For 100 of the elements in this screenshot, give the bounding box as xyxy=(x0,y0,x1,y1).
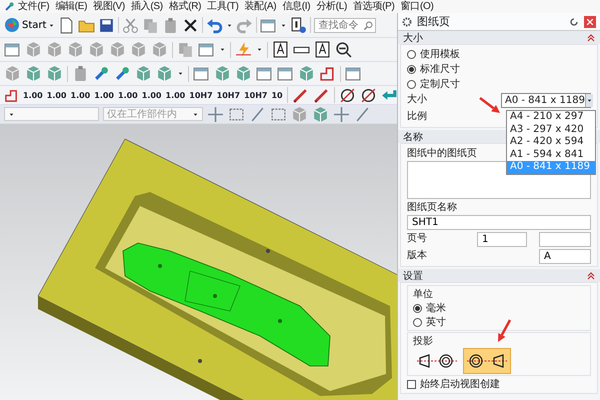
window-icon[interactable] xyxy=(260,16,278,34)
page-number-field[interactable]: 1 xyxy=(477,232,527,246)
close-button[interactable] xyxy=(584,16,596,28)
menu-item[interactable]: 分析(L) xyxy=(313,0,350,12)
dimension-style-button[interactable]: 1.00 xyxy=(118,90,138,100)
checkbox[interactable] xyxy=(407,380,416,388)
option-label: 英寸 xyxy=(426,316,446,329)
radio-button[interactable] xyxy=(413,318,422,326)
menu-item[interactable]: 信息(I) xyxy=(279,0,314,12)
cube-icon[interactable] xyxy=(312,106,329,122)
page-suffix-field[interactable] xyxy=(539,232,591,246)
radio-button[interactable] xyxy=(407,80,416,88)
letter-a-icon[interactable] xyxy=(314,41,331,58)
letter-a-icon[interactable] xyxy=(272,41,289,58)
select-box-icon[interactable] xyxy=(228,106,245,122)
clipboard-icon[interactable] xyxy=(72,65,89,82)
projection-symbol-icon xyxy=(417,352,457,370)
menu-item[interactable]: 插入(S) xyxy=(128,0,166,12)
diameter-icon[interactable] xyxy=(360,86,377,104)
step-icon[interactable] xyxy=(4,88,19,102)
menu-item[interactable]: 编辑(E) xyxy=(52,0,90,12)
select-box-icon[interactable] xyxy=(270,106,287,122)
sheet-name-field[interactable]: SHT1 xyxy=(407,215,591,230)
caret-icon[interactable] xyxy=(192,110,199,118)
caret-icon[interactable] xyxy=(219,46,226,53)
field-label: 图纸中的图纸页 xyxy=(407,146,477,160)
projection-symbol-icon xyxy=(467,352,507,370)
field-label: 大小 xyxy=(407,92,427,106)
diameter-icon[interactable] xyxy=(338,86,356,104)
dimension-style-button[interactable]: 1.00 xyxy=(94,90,114,100)
cube-icon[interactable] xyxy=(214,65,231,82)
dialog-title: 图纸页 xyxy=(417,14,451,29)
refresh-icon[interactable] xyxy=(569,16,579,26)
window-icon[interactable] xyxy=(4,41,21,58)
search-field[interactable]: 查找命令 xyxy=(314,18,376,32)
menu-item[interactable]: 视图(V) xyxy=(90,0,128,12)
window-icon[interactable] xyxy=(345,65,362,82)
dimension-style-button[interactable]: 1.00 xyxy=(23,90,43,100)
dimension-style-button[interactable]: 10H7 xyxy=(216,90,240,100)
projection-button[interactable] xyxy=(463,348,511,374)
cube-icon[interactable] xyxy=(235,65,252,82)
field-label: 版本 xyxy=(407,248,427,262)
cube-icon[interactable] xyxy=(298,65,315,82)
window-icon[interactable] xyxy=(193,65,210,82)
caret-icon[interactable] xyxy=(8,110,15,118)
gear-icon xyxy=(402,16,412,26)
caret-icon[interactable] xyxy=(48,22,56,28)
caret-icon[interactable] xyxy=(177,70,184,77)
window-icon[interactable] xyxy=(256,65,273,82)
dimension-style-button[interactable]: 10H7 xyxy=(244,90,268,100)
menu-item[interactable]: 格式(R) xyxy=(166,0,204,12)
info-icon[interactable] xyxy=(290,16,308,34)
dimension-style-button[interactable]: 10 xyxy=(271,90,283,100)
collapse-chevron-icon[interactable] xyxy=(587,272,595,280)
collapse-chevron-icon[interactable] xyxy=(587,34,595,42)
slash-icon[interactable] xyxy=(249,106,266,122)
radio-button[interactable] xyxy=(407,64,416,74)
window-icon[interactable] xyxy=(198,41,215,58)
lightning-icon[interactable] xyxy=(235,41,252,58)
caret-icon[interactable] xyxy=(226,22,234,28)
section-header[interactable]: 设置 xyxy=(398,269,600,282)
revision-field[interactable]: A xyxy=(539,248,591,264)
caret-icon[interactable] xyxy=(256,46,263,53)
undo-icon[interactable] xyxy=(206,16,224,34)
menu-item[interactable]: 首选项(P) xyxy=(350,0,398,12)
caret-icon[interactable] xyxy=(280,22,288,28)
dimension-style-button[interactable]: 1.00 xyxy=(46,90,66,100)
dropdown-option[interactable]: A1 - 594 x 841 xyxy=(507,148,595,161)
dimension-style-button[interactable]: 10H7 xyxy=(189,90,213,100)
menu-item[interactable]: 文件(F) xyxy=(15,0,52,12)
arrow-annotation xyxy=(479,97,500,113)
cross-icon[interactable] xyxy=(182,16,200,34)
dimension-style-button[interactable]: 1.00 xyxy=(70,90,90,100)
radio-button[interactable] xyxy=(407,50,416,58)
zoom-out-icon[interactable] xyxy=(335,41,352,58)
menu-item[interactable]: 装配(A) xyxy=(241,0,280,12)
cube-icon[interactable] xyxy=(46,65,63,82)
field-label: 图纸页名称 xyxy=(407,201,457,214)
option-label: 标准尺寸 xyxy=(420,62,460,76)
step-icon[interactable] xyxy=(319,65,336,82)
section-header[interactable]: 大小 xyxy=(398,31,600,44)
arrow-annotation xyxy=(498,319,512,342)
menu-item[interactable]: 窗口(O) xyxy=(398,0,436,12)
magnifier-icon[interactable] xyxy=(363,20,374,30)
pencil-icon[interactable] xyxy=(312,86,330,104)
dimension-style-button[interactable]: 1.00 xyxy=(142,90,162,100)
document-icon[interactable] xyxy=(58,16,76,34)
cube-icon[interactable] xyxy=(135,65,152,82)
radio-button[interactable] xyxy=(413,304,422,312)
move-icon[interactable] xyxy=(207,106,224,122)
cube-icon[interactable] xyxy=(25,65,42,82)
menu-item[interactable]: 工具(T) xyxy=(204,0,242,12)
option-label: 使用模板 xyxy=(420,48,460,61)
window-icon[interactable] xyxy=(277,65,294,82)
scissors-icon[interactable] xyxy=(122,16,140,34)
start-button[interactable]: Start xyxy=(4,17,56,33)
size-dropdown[interactable]: A0 - 841 x 1189 xyxy=(501,92,591,108)
dropdown-option[interactable]: A4 - 210 x 297 xyxy=(507,111,595,124)
dimension-style-button[interactable]: 1.00 xyxy=(166,90,186,100)
pencil-icon[interactable] xyxy=(292,86,309,104)
